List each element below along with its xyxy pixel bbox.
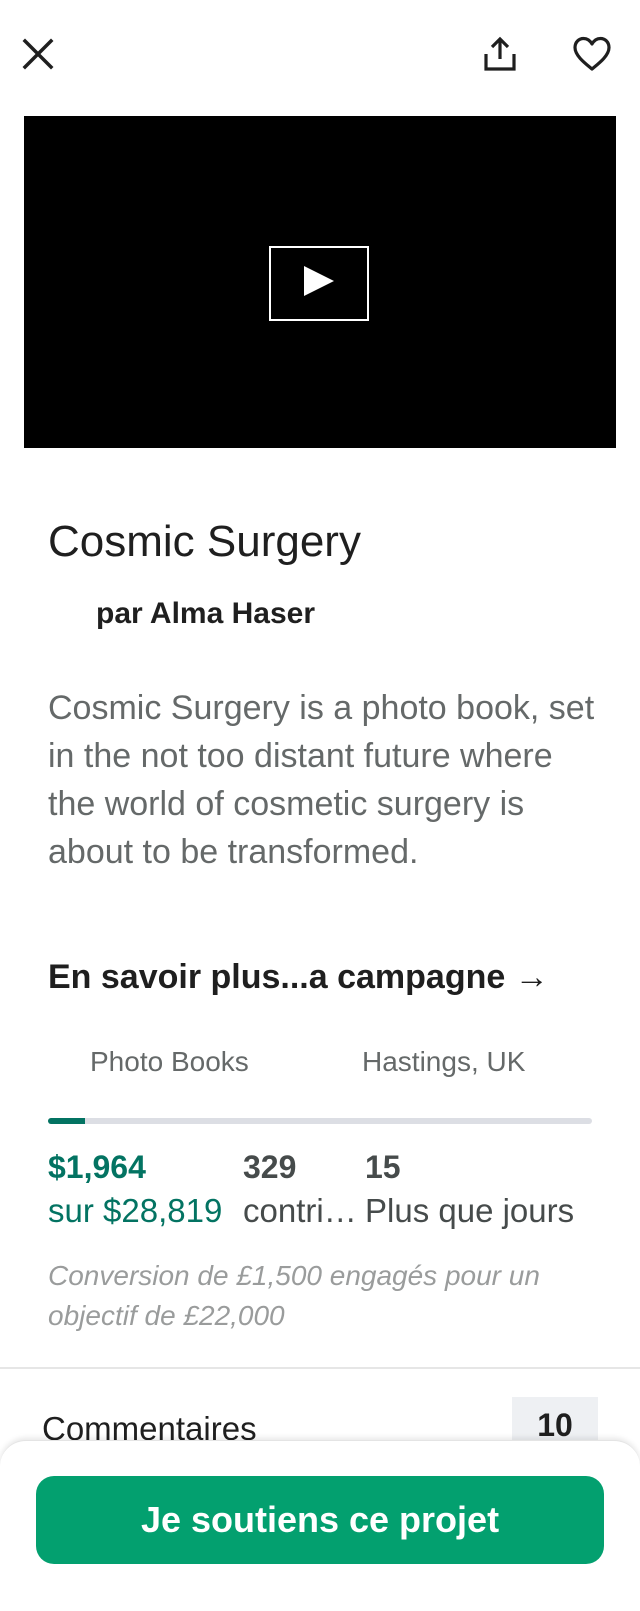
funding-progress-bar xyxy=(48,1118,592,1124)
creator-name[interactable]: par Alma Haser xyxy=(96,596,315,632)
backers-count: 329 xyxy=(243,1149,297,1185)
backers-label: contributeurs xyxy=(243,1192,363,1229)
section-divider xyxy=(0,1367,640,1369)
goal-amount: sur $28,819 xyxy=(48,1192,223,1229)
play-icon xyxy=(302,265,336,302)
bottom-action-sheet: Je soutiens ce projet xyxy=(0,1440,640,1611)
days-left-label: Plus que jours xyxy=(365,1192,575,1229)
close-icon[interactable] xyxy=(14,30,62,78)
pledged-amount: $1,964 xyxy=(48,1149,146,1185)
location-tag[interactable]: Hastings, UK xyxy=(362,1045,525,1079)
play-button[interactable] xyxy=(269,246,369,321)
back-project-button[interactable]: Je soutiens ce projet xyxy=(36,1476,604,1564)
funding-progress-fill xyxy=(48,1118,85,1124)
share-icon[interactable] xyxy=(476,30,524,78)
project-title: Cosmic Surgery xyxy=(48,517,361,566)
heart-icon[interactable] xyxy=(568,30,616,78)
top-bar xyxy=(0,0,640,110)
currency-conversion-note: Conversion de £1,500 engagés pour un obj… xyxy=(48,1260,540,1331)
video-player[interactable] xyxy=(24,116,616,448)
learn-more-link[interactable]: En savoir plus...a campagne → xyxy=(48,955,549,999)
project-blurb: Cosmic Surgery is a photo book, set in t… xyxy=(48,689,595,871)
category-tag[interactable]: Photo Books xyxy=(90,1045,249,1079)
days-left-count: 15 xyxy=(365,1149,401,1185)
